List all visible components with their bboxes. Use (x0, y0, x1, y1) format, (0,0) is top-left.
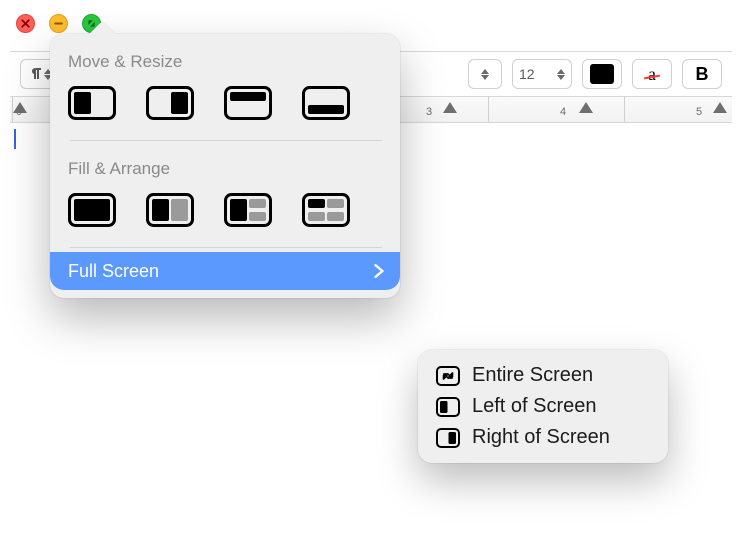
menu-item-label: Entire Screen (472, 364, 593, 387)
menu-item-entire-screen[interactable]: Entire Screen (424, 360, 662, 391)
fill-arrange-row (68, 193, 384, 227)
right-half-icon (436, 428, 460, 448)
tile-right-half-button[interactable] (146, 86, 194, 120)
font-size-value: 12 (519, 66, 535, 82)
full-screen-label: Full Screen (68, 261, 159, 282)
menu-item-left-of-screen[interactable]: Left of Screen (424, 391, 662, 422)
expand-icon (436, 366, 460, 386)
arrange-left-right-button[interactable] (146, 193, 194, 227)
ruler-number: 4 (560, 106, 566, 118)
ruler-number: 3 (426, 106, 432, 118)
tile-bottom-half-button[interactable] (302, 86, 350, 120)
ruler-number: 5 (696, 106, 702, 118)
full-screen-submenu: Entire Screen Left of Screen Right of Sc… (418, 350, 668, 463)
window-tiling-popover: Move & Resize Fill & Arrange Full Scr (50, 34, 400, 298)
font-family-select[interactable] (468, 59, 502, 89)
divider (70, 247, 382, 248)
menu-item-label: Left of Screen (472, 395, 597, 418)
text-cursor (14, 129, 16, 149)
fill-screen-button[interactable] (68, 193, 116, 227)
updown-icon (481, 69, 489, 80)
chevron-right-icon (374, 264, 384, 278)
color-swatch (590, 64, 614, 84)
section-title-move-resize: Move & Resize (68, 52, 384, 72)
tile-left-half-button[interactable] (68, 86, 116, 120)
text-color-button[interactable] (582, 59, 622, 89)
arrange-quarters-button[interactable] (302, 193, 350, 227)
ruler-marker[interactable] (579, 102, 593, 113)
tile-top-half-button[interactable] (224, 86, 272, 120)
menu-item-label: Right of Screen (472, 426, 610, 449)
arrange-three-button[interactable] (224, 193, 272, 227)
bold-button[interactable]: B (682, 59, 722, 89)
minimize-window-button[interactable] (49, 14, 68, 33)
divider (70, 140, 382, 141)
menu-item-right-of-screen[interactable]: Right of Screen (424, 422, 662, 453)
strikethrough-icon: a (648, 64, 656, 85)
section-title-fill-arrange: Fill & Arrange (68, 159, 384, 179)
left-half-icon (436, 397, 460, 417)
ruler-marker[interactable] (443, 102, 457, 113)
move-resize-row (68, 86, 384, 120)
ruler-marker[interactable] (713, 102, 727, 113)
close-window-button[interactable] (16, 14, 35, 33)
bold-icon: B (696, 64, 709, 85)
window-controls (10, 10, 732, 33)
full-screen-menu-item[interactable]: Full Screen (50, 252, 400, 290)
font-size-select[interactable]: 12 (512, 59, 572, 89)
strikethrough-button[interactable]: a (632, 59, 672, 89)
ruler-marker[interactable] (13, 102, 27, 113)
updown-icon (557, 69, 565, 80)
